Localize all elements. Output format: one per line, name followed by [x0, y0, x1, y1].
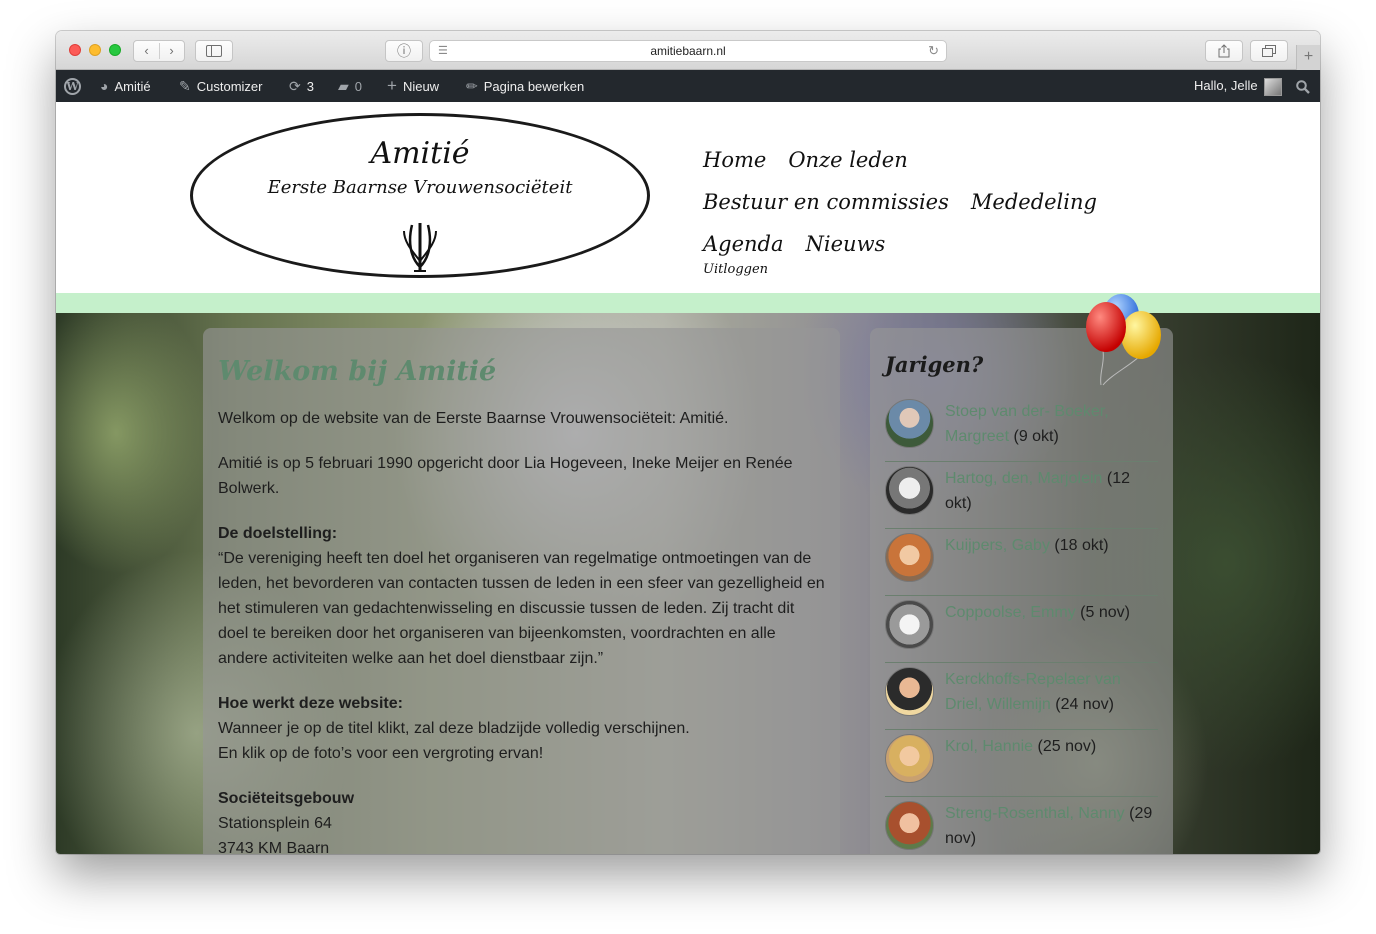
birthday-list: Stoep van der- Boeker, Margreet (9 okt) …: [885, 396, 1158, 854]
nav-home[interactable]: Home: [703, 146, 766, 174]
address-line-1: Stationsplein 64: [218, 815, 332, 832]
new-content-link[interactable]: + Nieuw: [387, 70, 439, 102]
share-icon: [1218, 44, 1230, 58]
avatar[interactable]: [885, 533, 934, 582]
back-button[interactable]: ‹: [134, 41, 159, 61]
list-icon: ☰: [438, 45, 448, 57]
list-item: Kerckhoffs-Repelaer van Driel, Willemijn…: [885, 664, 1158, 730]
how-heading: Hoe werkt deze website:: [218, 695, 403, 712]
logo-subtitle: Eerste Baarnse Vrouwensociëteit: [267, 177, 573, 198]
wp-logo-menu[interactable]: W: [64, 70, 81, 102]
new-tab-button[interactable]: +: [1296, 45, 1320, 70]
avatar[interactable]: [885, 734, 934, 783]
nav-onze-leden[interactable]: Onze leden: [788, 146, 907, 174]
browser-window: ‹ › ⓘ ☰ amitiebaarn.nl ↻ + W ◕ Amitié ✎ …: [56, 31, 1320, 854]
birthdays-title: Jarigen?: [885, 352, 984, 377]
avatar[interactable]: [885, 667, 934, 716]
share-button[interactable]: [1205, 40, 1243, 62]
goal-text: “De vereniging heeft ten doel het organi…: [218, 550, 825, 667]
birthday-date: (18 okt): [1054, 537, 1109, 554]
goal-heading: De doelstelling:: [218, 525, 338, 542]
sidebar-icon: [206, 45, 222, 57]
nav-nieuws[interactable]: Nieuws: [806, 230, 886, 258]
avatar[interactable]: [885, 600, 934, 649]
comments-count: 0: [354, 79, 363, 94]
list-item: Krol, Hannie (25 nov): [885, 731, 1158, 797]
history-nav: ‹ ›: [133, 40, 185, 62]
admin-site-name: Amitié: [114, 79, 151, 94]
wordpress-icon: W: [64, 78, 81, 96]
nav-agenda[interactable]: Agenda: [703, 230, 784, 258]
tabs-icon: [1262, 45, 1276, 57]
birthday-name[interactable]: Kuijpers, Gaby: [945, 537, 1050, 554]
brush-icon: ✎: [179, 78, 191, 94]
browser-toolbar: ‹ › ⓘ ☰ amitiebaarn.nl ↻ +: [56, 31, 1320, 70]
list-item: Hartog, den, Marjolein (12 okt): [885, 463, 1158, 529]
forward-button[interactable]: ›: [159, 41, 184, 61]
account-avatar: [1263, 77, 1282, 96]
birthday-date: (9 okt): [1013, 428, 1059, 445]
updates-link[interactable]: ⟳ 3: [289, 70, 314, 102]
birthday-name[interactable]: Coppoolse, Emmy: [945, 604, 1076, 621]
building-heading: Sociëteitsgebouw: [218, 790, 355, 807]
list-item: Kuijpers, Gaby (18 okt): [885, 530, 1158, 596]
intro-text: Welkom op de website van de Eerste Baarn…: [218, 410, 729, 427]
nav-bestuur-en-commissies[interactable]: Bestuur en commissies: [703, 188, 949, 216]
article-body: Welkom op de website van de Eerste Baarn…: [218, 406, 828, 854]
tabs-overview-button[interactable]: [1250, 40, 1288, 62]
minimize-window-button[interactable]: [89, 44, 101, 56]
plus-icon: +: [387, 76, 397, 95]
founded-text: Amitié is op 5 februari 1990 opgericht d…: [218, 455, 793, 497]
admin-site-link[interactable]: ◕ Amitié: [100, 70, 151, 102]
page-title[interactable]: Welkom bij Amitié: [218, 356, 496, 387]
main-navigation: Home Onze leden Bestuur en commissies Meded…: [703, 146, 1173, 272]
admin-search-button[interactable]: [1296, 70, 1310, 102]
account-menu[interactable]: Hallo, Jelle: [1194, 70, 1282, 102]
customizer-label: Customizer: [196, 79, 263, 94]
list-item: Stoep van der- Boeker, Margreet (9 okt): [885, 396, 1158, 462]
birthday-date: (25 nov): [1037, 738, 1097, 755]
sidebar-toggle-button[interactable]: [195, 40, 233, 62]
balloons-icon: [1086, 294, 1161, 386]
address-line-2: 3743 KM Baarn: [218, 840, 330, 854]
customizer-link[interactable]: ✎ Customizer: [179, 70, 262, 102]
reload-icon[interactable]: ↻: [928, 41, 939, 61]
how-line-2: En klik op de foto’s voor een vergroting…: [218, 745, 544, 762]
avatar[interactable]: [885, 466, 934, 515]
birthday-date: (5 nov): [1080, 604, 1130, 621]
reader-button[interactable]: ⓘ: [385, 40, 423, 62]
comment-icon: ▰: [338, 78, 349, 94]
plant-ornament-icon: [403, 223, 437, 272]
avatar[interactable]: [885, 801, 934, 850]
comments-link[interactable]: ▰ 0: [338, 70, 362, 102]
account-greeting: Hallo, Jelle: [1194, 78, 1258, 93]
birthday-name[interactable]: Krol, Hannie: [945, 738, 1033, 755]
wp-admin-bar: W ◕ Amitié ✎ Customizer ⟳ 3 ▰ 0 + Nieuw ✏ Pagi…: [56, 70, 1320, 102]
nav-mededeling[interactable]: Mededeling: [971, 188, 1097, 216]
site-header: Amitié Eerste Baarnse Vrouwensociëteit H…: [56, 102, 1320, 293]
pencil-icon: ✏: [466, 78, 478, 94]
updates-count: 3: [306, 79, 314, 94]
avatar[interactable]: [885, 399, 934, 448]
logout-link[interactable]: Uitloggen: [703, 262, 768, 277]
zoom-window-button[interactable]: [109, 44, 121, 56]
edit-page-link[interactable]: ✏ Pagina bewerken: [466, 70, 584, 102]
how-line-1: Wanneer je op de titel klikt, zal deze b…: [218, 720, 690, 737]
search-icon: [1296, 79, 1310, 94]
reader-icon: ⓘ: [397, 43, 411, 59]
birthday-name[interactable]: Hartog, den, Marjolein: [945, 470, 1102, 487]
list-item: Coppoolse, Emmy (5 nov): [885, 597, 1158, 663]
list-item: Streng-Rosenthal, Nanny (29 nov): [885, 798, 1158, 854]
logo-title: Amitié: [370, 136, 470, 171]
edit-page-label: Pagina bewerken: [483, 79, 585, 94]
address-bar[interactable]: ☰ amitiebaarn.nl ↻: [429, 40, 947, 62]
birthday-date: (24 nov): [1055, 696, 1114, 713]
close-window-button[interactable]: [69, 44, 81, 56]
new-label: Nieuw: [402, 79, 440, 94]
updates-icon: ⟳: [289, 78, 301, 94]
birthday-name[interactable]: Streng-Rosenthal, Nanny: [945, 805, 1125, 822]
address-url: amitiebaarn.nl: [650, 44, 726, 58]
dashboard-icon: ◕: [100, 78, 109, 94]
